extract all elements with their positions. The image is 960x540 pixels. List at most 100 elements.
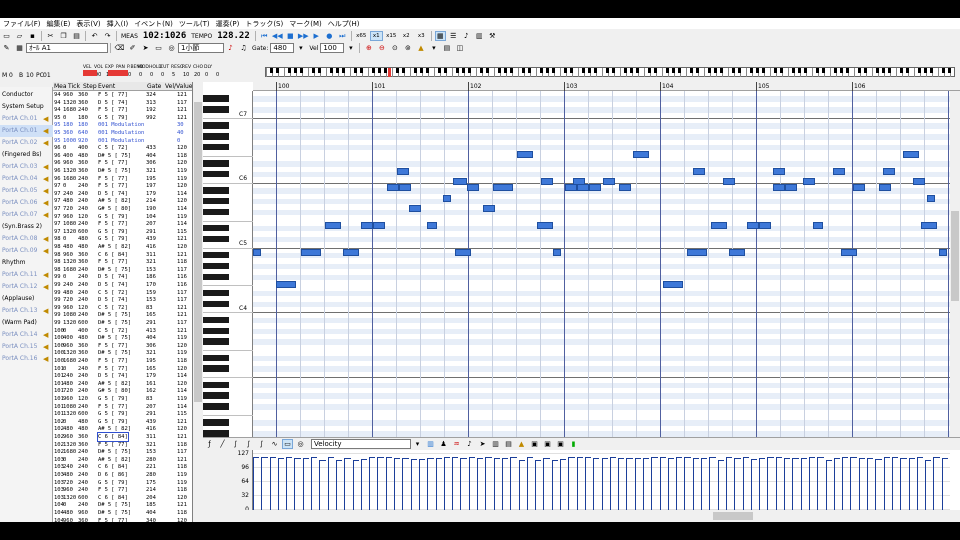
velocity-bar[interactable] xyxy=(385,456,393,510)
velocity-bar[interactable] xyxy=(601,458,608,510)
velocity-bar[interactable] xyxy=(842,457,849,510)
velocity-bar[interactable] xyxy=(684,456,691,510)
velocity-bar[interactable] xyxy=(651,457,658,510)
speaker-icon[interactable]: ◀ xyxy=(43,307,51,315)
velocity-bar[interactable] xyxy=(933,456,940,510)
track-item[interactable]: PortA Ch.02 ◀ xyxy=(0,137,53,149)
note-block[interactable] xyxy=(663,281,683,288)
note-block[interactable] xyxy=(573,178,585,186)
velocity-bar[interactable] xyxy=(692,458,700,510)
piano-roll-scroll-thumb[interactable] xyxy=(951,211,959,301)
track-item[interactable]: PortA Ch.13 ◀ xyxy=(0,305,53,317)
velocity-plot[interactable] xyxy=(253,450,950,510)
speaker-icon[interactable]: ◀ xyxy=(43,211,51,219)
note-block[interactable] xyxy=(517,151,533,159)
zoom-button[interactable]: x3 xyxy=(415,31,428,41)
speaker-icon[interactable]: ◀ xyxy=(43,199,51,207)
note-block[interactable] xyxy=(747,221,759,229)
play-icon[interactable]: ▶ xyxy=(311,31,322,41)
velocity-bar[interactable] xyxy=(344,457,351,510)
velocity-bar[interactable] xyxy=(526,457,534,510)
end-icon[interactable]: ⏭ xyxy=(337,31,348,41)
track-item[interactable]: PortA Ch.16 ◀ xyxy=(0,353,53,365)
note-block[interactable] xyxy=(409,205,421,213)
track-select[interactable]: ｵｰﾙ A1 xyxy=(26,43,108,53)
mini-keyboard[interactable] xyxy=(265,67,955,77)
note-block[interactable] xyxy=(723,178,735,186)
velocity-bar[interactable] xyxy=(468,456,476,510)
piano-keyboard[interactable]: C7 C6 C5 C4 xyxy=(203,91,253,437)
mark-lane-icon[interactable]: ▲ xyxy=(516,439,527,449)
note-block[interactable] xyxy=(397,167,409,175)
speaker-icon[interactable]: ◀ xyxy=(43,247,51,255)
note-grid[interactable] xyxy=(253,91,950,437)
save-file-icon[interactable]: ▪ xyxy=(27,31,38,41)
zoom-button[interactable]: x15 xyxy=(385,31,398,41)
velocity-bar[interactable] xyxy=(593,457,600,510)
keyboard-icon[interactable]: ▦ xyxy=(14,43,25,53)
quantize-icon[interactable]: ♪ xyxy=(225,43,236,53)
select-rect-icon[interactable]: ▭ xyxy=(282,439,293,449)
track-item[interactable]: PortA Ch.08 ◀ xyxy=(0,233,53,245)
curve2-tool-icon[interactable]: ∫ xyxy=(230,439,241,449)
note-block[interactable] xyxy=(841,248,857,256)
menu-item[interactable]: ファイル(F) xyxy=(3,19,41,29)
note-block[interactable] xyxy=(301,248,321,256)
velocity-bar[interactable] xyxy=(501,457,509,510)
velocity-bar[interactable] xyxy=(435,458,442,510)
meter-icon[interactable]: ♪ xyxy=(464,439,475,449)
pointer-tool-icon[interactable]: ➤ xyxy=(140,43,151,53)
velocity-bar[interactable] xyxy=(792,457,799,510)
zoom-button[interactable]: x1 xyxy=(369,31,383,41)
text-lane-icon[interactable]: ▣ xyxy=(542,439,553,449)
zoom-button[interactable]: x2 xyxy=(400,31,413,41)
black-key[interactable] xyxy=(203,381,229,388)
menu-item[interactable]: マーク(M) xyxy=(289,19,322,29)
horizontal-scroll-thumb[interactable] xyxy=(713,512,753,520)
black-key[interactable] xyxy=(203,225,229,232)
vel-input[interactable]: 100 xyxy=(320,43,345,53)
line-tool-icon[interactable]: ╱ xyxy=(217,439,228,449)
staff-view-icon[interactable]: ♪ xyxy=(461,31,472,41)
velocity-bar[interactable] xyxy=(875,458,882,510)
pencil-tool-icon[interactable]: ✎ xyxy=(1,43,12,53)
zoom-in-icon[interactable]: ⊕ xyxy=(363,43,374,53)
note-block[interactable] xyxy=(541,178,553,186)
piano-roll-view-icon[interactable]: ▦ xyxy=(434,31,446,41)
gate-input[interactable]: 480 xyxy=(270,43,295,53)
note-block[interactable] xyxy=(387,183,399,191)
gate-dropdown-icon[interactable]: ▾ xyxy=(295,43,306,53)
note-block[interactable] xyxy=(687,248,707,256)
mark-icon[interactable]: ▲ xyxy=(415,43,426,53)
menu-item[interactable]: 挿入(I) xyxy=(107,19,129,29)
velocity-bar[interactable] xyxy=(833,457,841,510)
velocity-bar[interactable] xyxy=(443,456,451,510)
velocity-bar[interactable] xyxy=(576,457,583,510)
velocity-bar[interactable] xyxy=(427,458,434,510)
track-item[interactable]: Conductor xyxy=(0,89,53,101)
velocity-bar[interactable] xyxy=(867,458,874,510)
vel-dropdown-icon[interactable]: ▾ xyxy=(345,43,356,53)
menu-item[interactable]: トラック(S) xyxy=(245,19,283,29)
velocity-bar[interactable] xyxy=(311,457,318,510)
velocity-bar[interactable] xyxy=(394,457,401,510)
note-block[interactable] xyxy=(773,167,785,175)
black-key[interactable] xyxy=(203,95,229,102)
speaker-icon[interactable]: ◀ xyxy=(43,187,51,195)
note-block[interactable] xyxy=(759,221,771,229)
black-key[interactable] xyxy=(203,252,229,259)
speaker-icon[interactable]: ◀ xyxy=(43,235,51,243)
note-block[interactable] xyxy=(803,178,815,186)
black-key[interactable] xyxy=(203,338,229,345)
zoom-out-icon[interactable]: ⊖ xyxy=(376,43,387,53)
track-item[interactable]: PortA Ch.12 ◀ xyxy=(0,281,53,293)
velocity-bar[interactable] xyxy=(784,457,791,510)
speaker-icon[interactable]: ◀ xyxy=(43,139,51,147)
controller-dropdown-icon[interactable]: ▾ xyxy=(412,439,423,449)
velocity-bar[interactable] xyxy=(493,457,500,510)
velocity-bar[interactable] xyxy=(709,457,716,510)
event-row[interactable]: 104 960 360 F 5 [ 77] 340 120 xyxy=(53,517,192,522)
velocity-bar[interactable] xyxy=(891,456,899,510)
zoom-button[interactable]: x65 xyxy=(355,31,368,41)
note-block[interactable] xyxy=(883,167,895,175)
